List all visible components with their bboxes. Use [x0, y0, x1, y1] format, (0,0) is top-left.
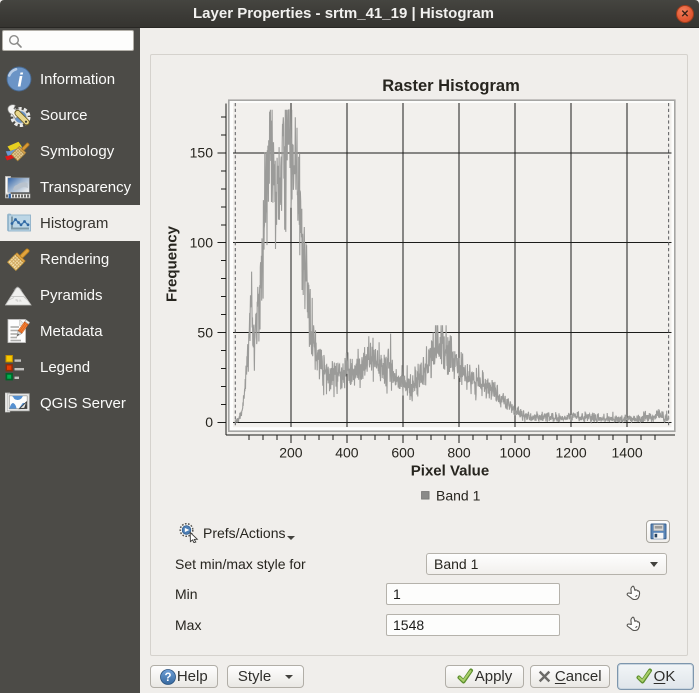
svg-text:i: i [17, 71, 23, 92]
svg-text:0: 0 [205, 414, 213, 430]
svg-text:?: ? [164, 672, 171, 684]
svg-text:800: 800 [447, 445, 471, 461]
svg-text:600: 600 [391, 445, 415, 461]
svg-text:Band 1: Band 1 [436, 488, 481, 504]
svg-text:1400: 1400 [612, 445, 643, 461]
svg-text:400: 400 [335, 445, 359, 461]
svg-text:150: 150 [190, 145, 214, 161]
svg-text:1000: 1000 [500, 445, 531, 461]
svg-text:100: 100 [190, 235, 214, 251]
svg-text:Raster Histogram: Raster Histogram [382, 77, 520, 95]
svg-text:Pixel Value: Pixel Value [411, 463, 489, 480]
svg-text:50: 50 [197, 324, 213, 340]
svg-text:1200: 1200 [556, 445, 587, 461]
svg-text:200: 200 [279, 445, 303, 461]
svg-text:Frequency: Frequency [164, 225, 181, 302]
